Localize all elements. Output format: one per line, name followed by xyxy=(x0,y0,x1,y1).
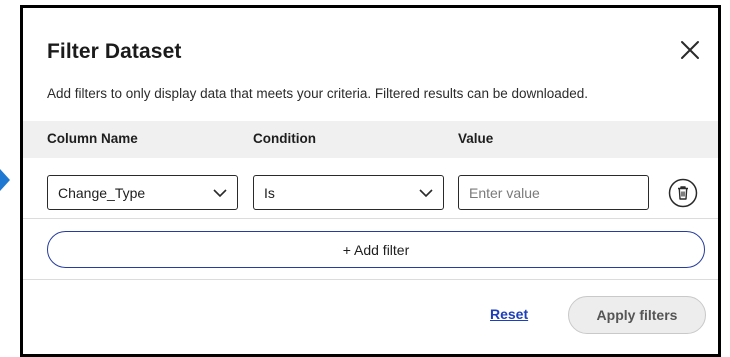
column-select[interactable]: Change_Type xyxy=(47,175,238,210)
trash-icon xyxy=(668,178,698,208)
footer-divider xyxy=(23,279,718,280)
column-name-header: Column Name xyxy=(47,131,138,146)
filter-dataset-dialog: Filter Dataset Add filters to only displ… xyxy=(20,5,721,357)
value-input[interactable] xyxy=(458,175,649,210)
apply-filters-button[interactable]: Apply filters xyxy=(568,296,706,334)
chevron-down-icon xyxy=(213,189,227,198)
filter-row: Change_Type Is xyxy=(23,168,718,224)
apply-filters-label: Apply filters xyxy=(596,307,678,323)
chevron-down-icon xyxy=(419,189,433,198)
delete-filter-button[interactable] xyxy=(668,178,698,208)
column-select-value: Change_Type xyxy=(58,185,146,201)
close-icon xyxy=(681,41,699,59)
condition-select-value: Is xyxy=(264,185,275,201)
value-header: Value xyxy=(458,131,494,146)
dialog-subtitle: Add filters to only display data that me… xyxy=(47,86,589,101)
row-divider xyxy=(23,218,718,219)
close-button[interactable] xyxy=(678,38,702,62)
condition-select[interactable]: Is xyxy=(253,175,444,210)
condition-header: Condition xyxy=(253,131,316,146)
pointer-arrow-icon xyxy=(0,169,10,191)
add-filter-label: + Add filter xyxy=(342,241,410,258)
filter-table-header: Column Name Condition Value xyxy=(23,121,718,158)
reset-link[interactable]: Reset xyxy=(490,306,528,322)
dialog-title: Filter Dataset xyxy=(47,40,182,63)
add-filter-button[interactable]: + Add filter xyxy=(47,231,705,268)
